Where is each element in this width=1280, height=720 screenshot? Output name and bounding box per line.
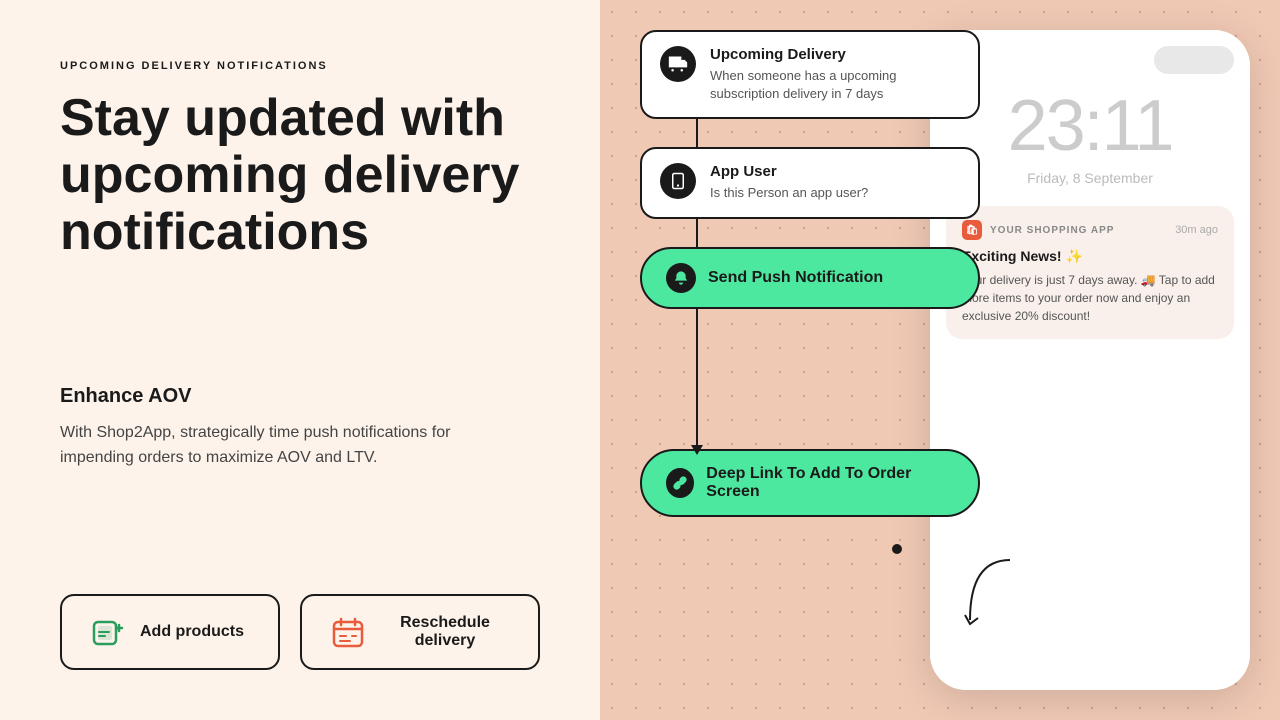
connection-dot	[892, 544, 902, 554]
reschedule-delivery-button[interactable]: Reschedule delivery	[300, 594, 540, 670]
left-panel: UPCOMING DELIVERY NOTIFICATIONS Stay upd…	[0, 0, 600, 720]
app-user-icon	[660, 163, 696, 199]
connector-2	[696, 219, 698, 247]
delivery-icon	[660, 46, 696, 82]
upcoming-delivery-title: Upcoming Delivery	[710, 46, 960, 63]
notification-header: 🛍 YOUR SHOPPING APP 30m ago	[962, 220, 1218, 240]
flow-diagram: Upcoming Delivery When someone has a upc…	[640, 30, 980, 517]
upcoming-delivery-card: Upcoming Delivery When someone has a upc…	[640, 30, 980, 119]
notification-app-name: YOUR SHOPPING APP	[990, 225, 1114, 236]
deep-link-pill: Deep Link To Add To Order Screen	[640, 449, 980, 517]
add-products-button[interactable]: Add products	[60, 594, 280, 670]
connector-3	[696, 309, 698, 449]
notification-card: 🛍 YOUR SHOPPING APP 30m ago Exciting New…	[946, 206, 1234, 339]
enhance-section: Enhance AOV With Shop2App, strategically…	[60, 385, 540, 471]
enhance-title: Enhance AOV	[60, 385, 540, 408]
app-user-content: App User Is this Person an app user?	[710, 163, 868, 202]
deep-link-label: Deep Link To Add To Order Screen	[706, 465, 954, 501]
reschedule-delivery-label: Reschedule delivery	[380, 614, 510, 650]
notification-app-info: 🛍 YOUR SHOPPING APP	[962, 220, 1114, 240]
upcoming-delivery-content: Upcoming Delivery When someone has a upc…	[710, 46, 960, 103]
main-heading: Stay updated with upcoming delivery noti…	[60, 90, 540, 262]
notification-body: Your delivery is just 7 days away. 🚚 Tap…	[962, 271, 1218, 325]
curved-arrow	[960, 550, 1020, 630]
link-icon	[666, 468, 694, 498]
reschedule-icon	[330, 614, 366, 650]
phone-status-pill	[1154, 46, 1234, 74]
notification-title: Exciting News! ✨	[962, 248, 1218, 265]
send-push-label: Send Push Notification	[708, 269, 883, 287]
buttons-row: Add products Reschedule delivery	[60, 594, 540, 670]
right-panel: Upcoming Delivery When someone has a upc…	[600, 0, 1280, 720]
upcoming-delivery-subtitle: When someone has a upcoming subscription…	[710, 67, 960, 103]
app-user-title: App User	[710, 163, 868, 180]
add-products-label: Add products	[140, 623, 244, 641]
app-user-subtitle: Is this Person an app user?	[710, 184, 868, 202]
enhance-description: With Shop2App, strategically time push n…	[60, 420, 480, 471]
arrow-tip	[691, 445, 703, 455]
bell-icon	[666, 263, 696, 293]
app-user-card: App User Is this Person an app user?	[640, 147, 980, 218]
connector-1	[696, 119, 698, 147]
send-push-notification-pill: Send Push Notification	[640, 247, 980, 309]
section-label: UPCOMING DELIVERY NOTIFICATIONS	[60, 60, 540, 72]
add-products-icon	[90, 614, 126, 650]
notification-time: 30m ago	[1175, 224, 1218, 236]
